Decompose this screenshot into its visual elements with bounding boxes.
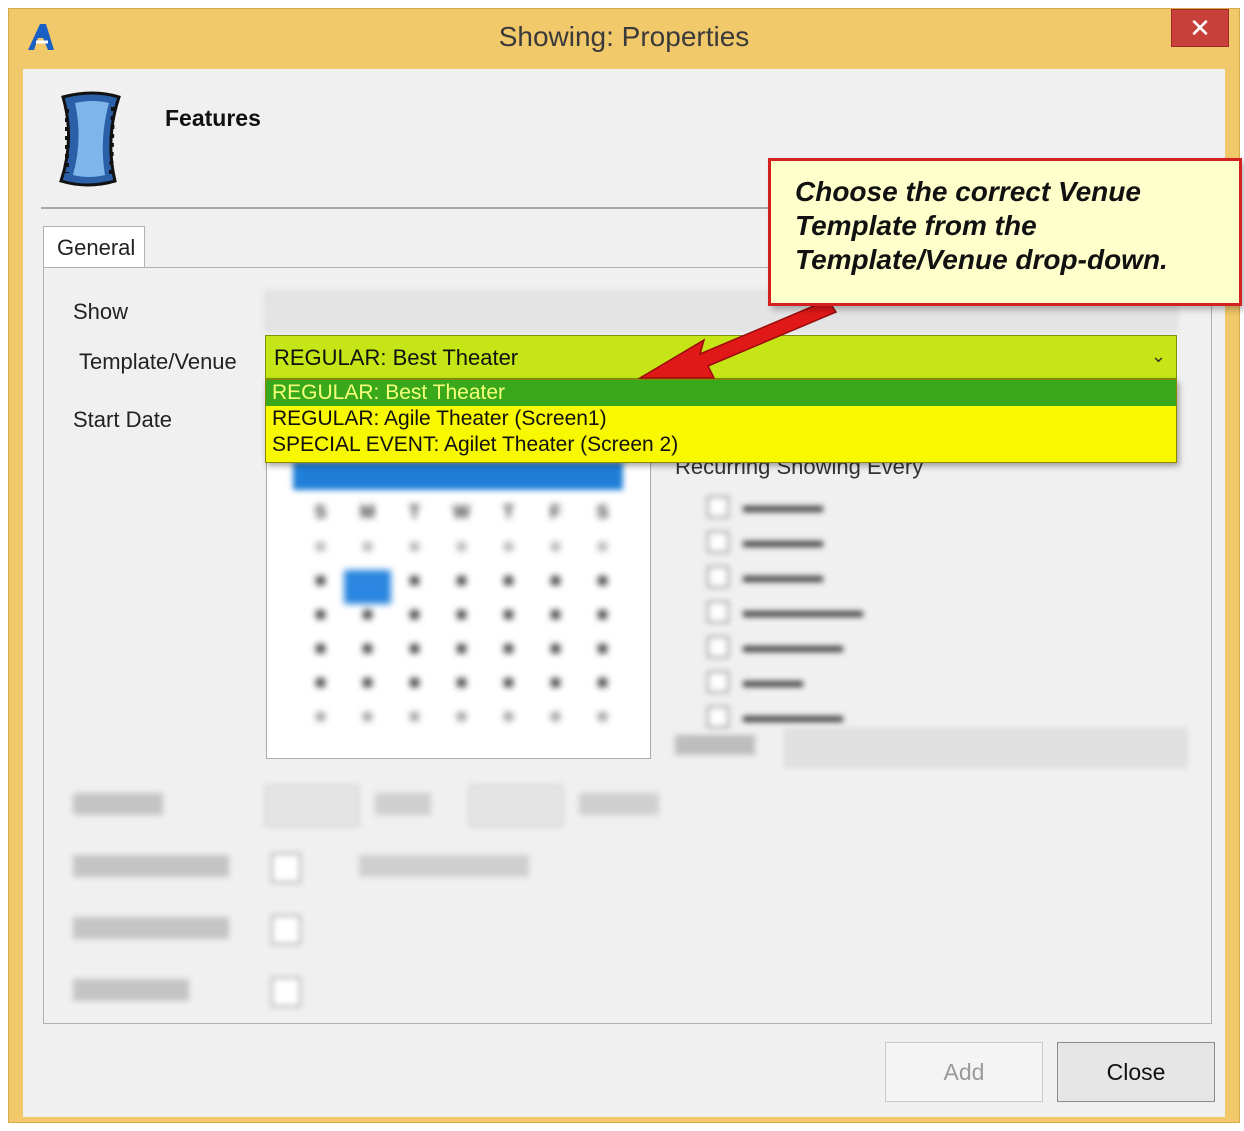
callout-line-3: Template/Venue drop-down. [795, 244, 1168, 275]
instruction-callout: Choose the correct Venue Template from t… [768, 158, 1242, 306]
callout-line-2: Template from the [795, 210, 1037, 241]
callout-line-1: Choose the correct Venue [795, 176, 1141, 207]
